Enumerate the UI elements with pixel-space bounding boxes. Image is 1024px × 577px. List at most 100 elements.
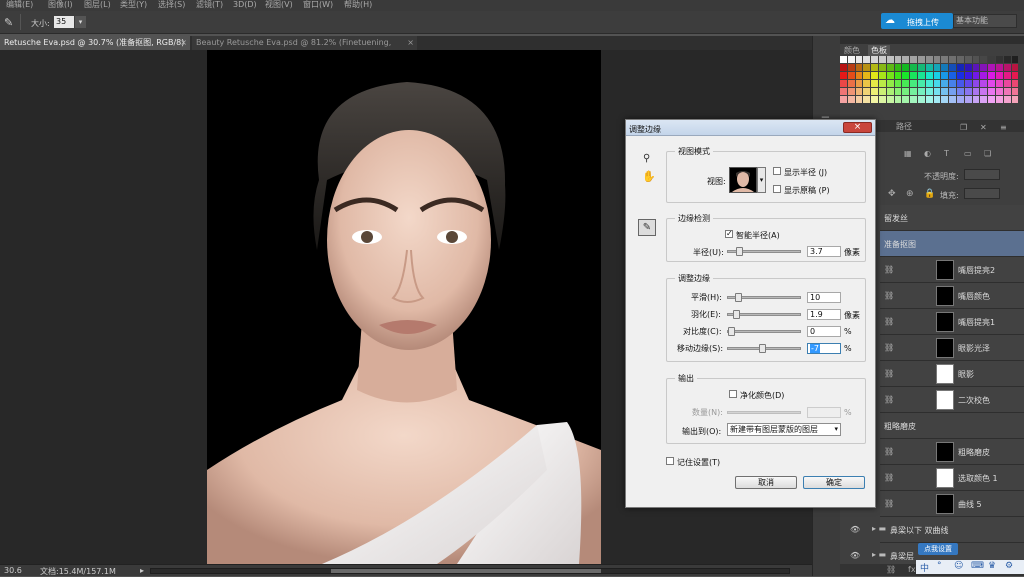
mask-link-icon[interactable]: ⛓	[884, 369, 894, 378]
mask-link-icon[interactable]: ⛓	[884, 473, 894, 482]
contrast-slider[interactable]	[727, 327, 801, 336]
shift-edge-slider-knob[interactable]	[759, 344, 767, 353]
menu-type[interactable]: 类型(Y)	[120, 0, 147, 9]
menu-edit[interactable]: 编辑(E)	[6, 0, 33, 9]
layer-row[interactable]: 👁留发丝	[850, 205, 1024, 231]
zoom-tool-icon[interactable]: ⚲	[643, 153, 650, 164]
visibility-eye-icon[interactable]: 👁	[850, 525, 860, 534]
radius-input[interactable]: 3.7	[807, 246, 841, 257]
view-preview-thumbnail[interactable]	[729, 167, 757, 193]
cancel-button[interactable]: 取消	[735, 476, 797, 489]
refine-radius-tool-icon[interactable]: ✎	[638, 219, 656, 236]
layer-mask-thumbnail[interactable]	[936, 494, 954, 514]
menu-image[interactable]: 图像(I)	[48, 0, 73, 9]
layer-mask-thumbnail[interactable]	[936, 390, 954, 410]
mask-link-icon[interactable]: ⛓	[884, 317, 894, 326]
tray-icon[interactable]: ♛	[988, 561, 996, 571]
contrast-slider-knob[interactable]	[728, 327, 735, 336]
size-input[interactable]: 35	[54, 16, 74, 28]
layer-row[interactable]: 👁⛓曲线 5	[850, 491, 1024, 517]
brush-tool-icon[interactable]: ✎	[4, 16, 13, 29]
tray-icon[interactable]: ☺	[954, 561, 963, 571]
layer-mask-thumbnail[interactable]	[936, 312, 954, 332]
chevron-down-icon[interactable]: ▾	[757, 167, 766, 193]
remember-settings-checkbox[interactable]	[666, 457, 674, 465]
feather-input[interactable]: 1.9	[807, 309, 841, 320]
layer-mask-thumbnail[interactable]	[936, 286, 954, 306]
layer-row[interactable]: 👁⛓二次校色	[850, 387, 1024, 413]
layer-row[interactable]: 👁⛓嘴唇提亮2	[850, 257, 1024, 283]
menu-view[interactable]: 视图(V)	[265, 0, 293, 9]
zoom-value[interactable]: 30.6	[4, 566, 22, 575]
contrast-input[interactable]: 0	[807, 326, 841, 337]
dialog-title-bar[interactable]: 调整边缘 ×	[626, 120, 875, 136]
menu-3d[interactable]: 3D(D)	[233, 0, 257, 9]
mask-link-icon[interactable]: ⛓	[884, 395, 894, 404]
layer-row[interactable]: 👁⛓选取颜色 1	[850, 465, 1024, 491]
output-to-select[interactable]: 新建带有图层蒙版的图层 ▾	[727, 423, 841, 436]
upload-button[interactable]: ☁ 拖拽上传	[881, 13, 953, 29]
hand-tool-icon[interactable]: ✋	[642, 170, 656, 183]
radius-slider[interactable]	[727, 247, 801, 256]
menu-filter[interactable]: 滤镜(T)	[196, 0, 223, 9]
status-arrow-icon[interactable]: ▸	[140, 566, 144, 575]
layer-row[interactable]: 👁准备抠图	[850, 231, 1024, 257]
layer-mask-thumbnail[interactable]	[936, 338, 954, 358]
show-radius-checkbox[interactable]	[773, 167, 781, 175]
layer-mask-thumbnail[interactable]	[936, 442, 954, 462]
folder-icon[interactable]: ▸ ▬	[872, 550, 886, 559]
smooth-slider-knob[interactable]	[734, 293, 742, 302]
shift-edge-input[interactable]: -7	[807, 343, 841, 354]
close-icon[interactable]: ×	[407, 36, 414, 50]
close-icon[interactable]: ×	[843, 122, 872, 133]
menu-layer[interactable]: 图层(L)	[84, 0, 111, 9]
layer-row[interactable]: 👁⛓粗略磨皮	[850, 439, 1024, 465]
mask-link-icon[interactable]: ⛓	[884, 447, 894, 456]
folder-icon[interactable]: ▸ ▬	[872, 524, 886, 533]
close-icon[interactable]: ×	[180, 36, 187, 50]
layer-row[interactable]: 👁⛓嘴唇颜色	[850, 283, 1024, 309]
view-mode-title: 视图模式	[675, 146, 713, 157]
horizontal-scrollbar[interactable]	[150, 568, 790, 574]
tray-icon[interactable]: °	[937, 561, 942, 571]
smart-radius-checkbox[interactable]: ✓	[725, 230, 733, 238]
mask-link-icon[interactable]: ⛓	[884, 291, 894, 300]
feather-slider-knob[interactable]	[733, 310, 741, 319]
tray-icon[interactable]: ⚙	[1005, 561, 1013, 571]
menu-select[interactable]: 选择(S)	[158, 0, 185, 9]
feather-slider[interactable]	[727, 310, 801, 319]
layer-mask-thumbnail[interactable]	[936, 364, 954, 384]
visibility-eye-icon[interactable]: 👁	[850, 551, 860, 560]
show-original-checkbox[interactable]	[773, 185, 781, 193]
shift-edge-slider[interactable]	[727, 344, 801, 353]
layer-row[interactable]: 👁粗略磨皮	[850, 413, 1024, 439]
document-canvas[interactable]	[207, 50, 601, 564]
mask-link-icon[interactable]: ⛓	[884, 265, 894, 274]
workspace-select[interactable]: 基本功能	[953, 14, 1017, 28]
layer-mask-thumbnail[interactable]	[936, 468, 954, 488]
tab-beauty-retusche-eva[interactable]: Beauty Retusche Eva.psd @ 81.2% (Finetue…	[192, 36, 417, 61]
decontaminate-checkbox[interactable]	[729, 390, 737, 398]
layer-row[interactable]: 👁⛓眼影	[850, 361, 1024, 387]
layer-mask-thumbnail[interactable]	[936, 260, 954, 280]
options-bar: ✎ 大小: 35 ▾ ☁ 拖拽上传 基本功能	[0, 11, 1024, 34]
fx-icon[interactable]: fx	[908, 565, 916, 574]
smooth-slider[interactable]	[727, 293, 801, 302]
tray-icon[interactable]: 中	[920, 561, 929, 574]
layer-row[interactable]: 👁⛓眼影光泽	[850, 335, 1024, 361]
ok-button[interactable]: 确定	[803, 476, 865, 489]
link-icon[interactable]: ⛓	[886, 565, 896, 574]
radius-slider-knob[interactable]	[736, 247, 744, 256]
layer-row[interactable]: 👁⛓嘴唇提亮1	[850, 309, 1024, 335]
radius-unit: 像素	[844, 248, 860, 257]
size-dropdown-icon[interactable]: ▾	[75, 16, 86, 28]
menu-help[interactable]: 帮助(H)	[344, 0, 372, 9]
menu-window[interactable]: 窗口(W)	[303, 0, 333, 9]
tray-icon[interactable]: ⌨	[971, 561, 984, 571]
smooth-input[interactable]: 10	[807, 292, 841, 303]
layer-row[interactable]: 👁 ▸ ▬ 鼻梁以下 双曲线	[850, 517, 1024, 543]
tab-retusche-eva[interactable]: Retusche Eva.psd @ 30.7% (准备抠图, RGB/8) *…	[0, 36, 190, 61]
mask-link-icon[interactable]: ⛓	[884, 499, 894, 508]
scrollbar-thumb[interactable]	[331, 569, 601, 573]
mask-link-icon[interactable]: ⛓	[884, 343, 894, 352]
